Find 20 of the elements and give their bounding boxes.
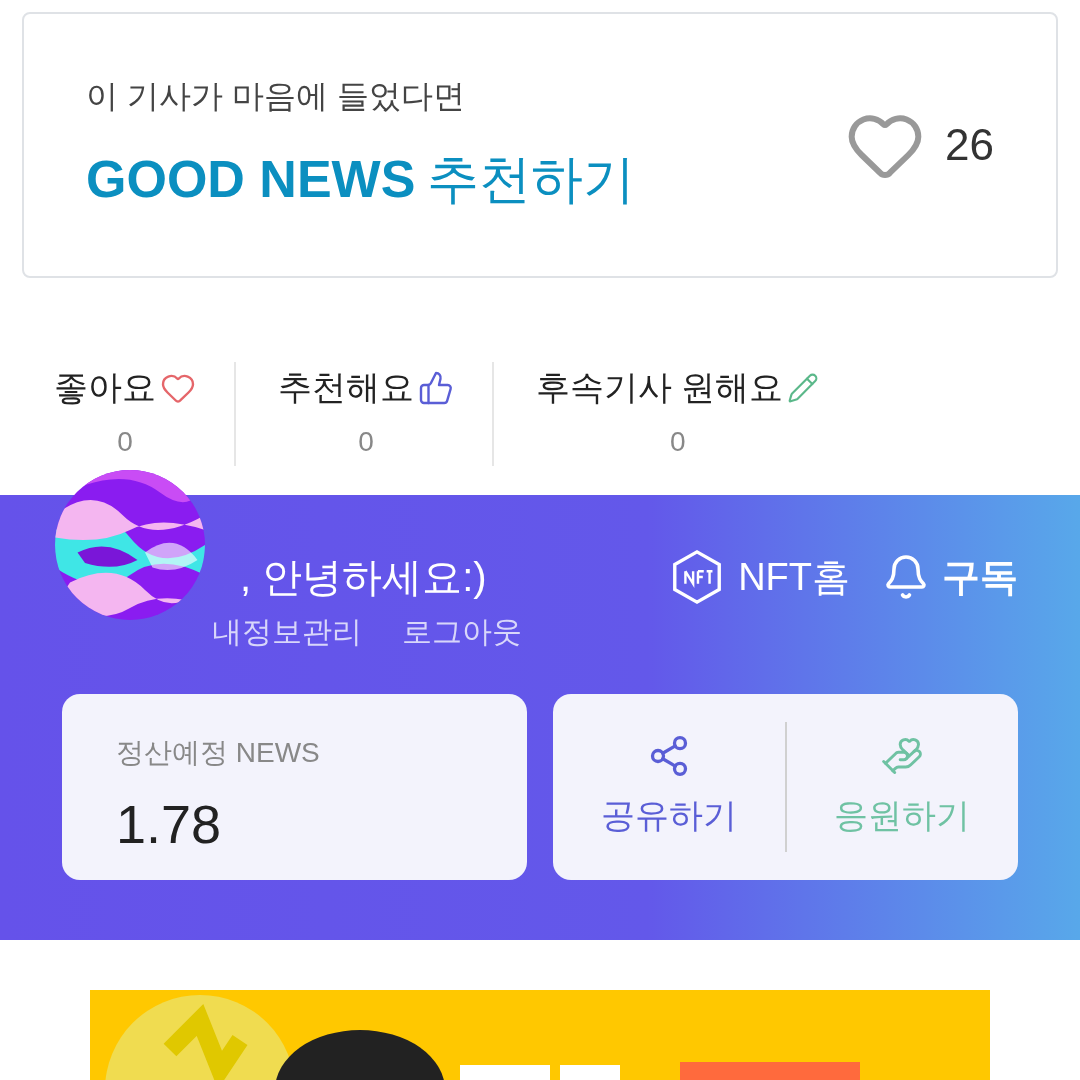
action-button[interactable]: 공유하기 — [553, 733, 785, 841]
reaction-button[interactable]: 좋아요 — [54, 362, 196, 413]
reaction-button[interactable]: 후속기사 원해요 — [536, 362, 820, 413]
recommend-action[interactable]: 추천하기 — [427, 140, 636, 218]
balance-label: 정산예정 NEWS — [116, 736, 321, 770]
nft-home-link[interactable]: NFT홈 — [668, 548, 850, 606]
reaction-count: 0 — [358, 425, 374, 459]
greeting-text: , 안녕하세요:) — [240, 554, 487, 601]
balance-value: 1.78 — [116, 793, 223, 856]
reaction-count: 0 — [669, 425, 686, 459]
pencil-icon — [787, 371, 820, 404]
account-link[interactable]: 내정보관리 — [212, 609, 362, 654]
reaction-count: 0 — [117, 425, 133, 459]
account-link[interactable]: 로그아웃 — [402, 609, 522, 654]
thumbs-up-icon — [418, 369, 454, 406]
brand-name: GOOD NEWS — [86, 149, 416, 210]
reaction-button[interactable]: 추천해요 — [278, 362, 454, 413]
like-count: 26 — [945, 119, 994, 171]
subscribe-button[interactable]: 구독 — [882, 548, 1018, 606]
recommend-prompt: 이 기사가 마음에 들었다면 — [86, 77, 466, 116]
